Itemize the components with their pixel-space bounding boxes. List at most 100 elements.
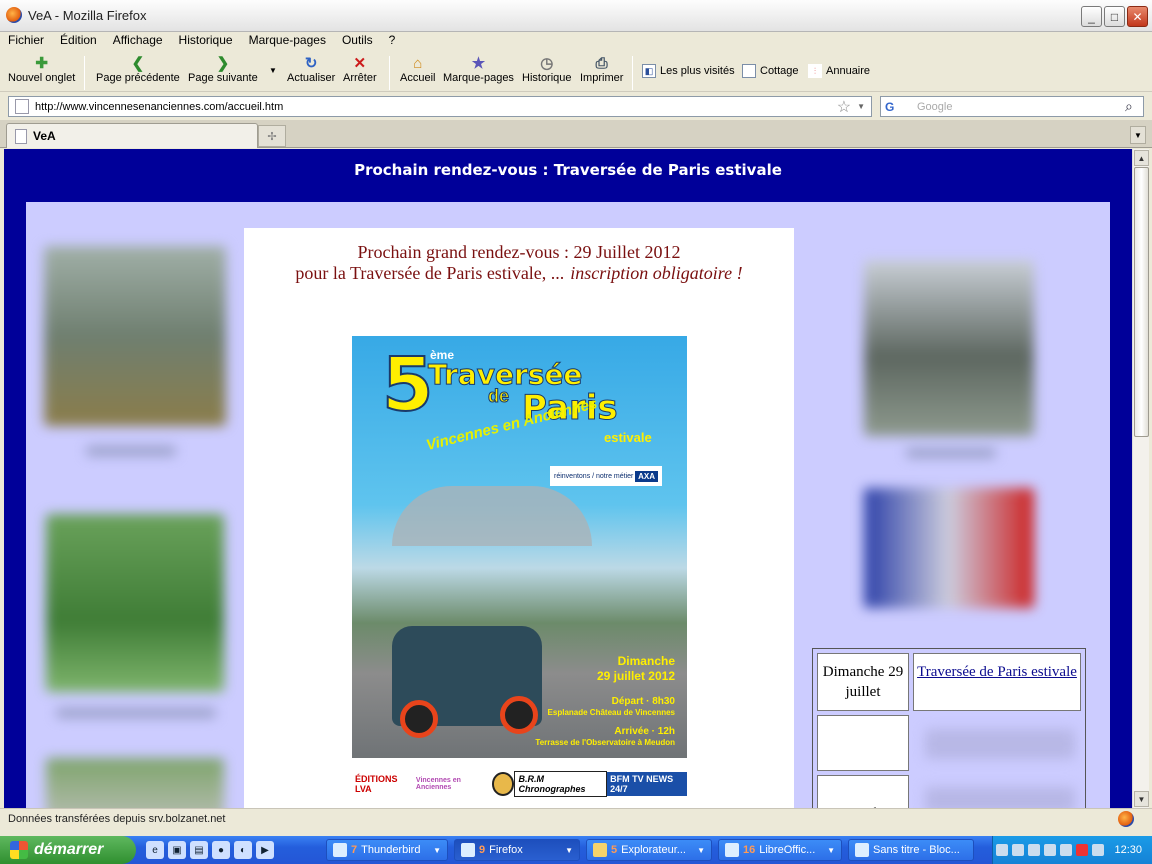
event-poster[interactable]: 5 ème Traversée de Paris estivale Vincen… [352,336,687,758]
ie-icon[interactable]: e [146,841,164,859]
group-dropdown-icon: ▼ [433,845,441,855]
back-button[interactable]: ❮ Page précédente [96,54,180,84]
volume-icon[interactable] [1092,844,1105,856]
lva-logo-icon: ÉDITIONS LVA [355,774,398,794]
menu-affichage[interactable]: Affichage [105,32,171,50]
blurred-photo [44,246,226,426]
url-text[interactable]: http://www.vincennesenanciennes.com/accu… [35,101,837,113]
clock[interactable]: 12:30 [1114,844,1142,856]
google-icon[interactable]: G [885,100,903,114]
task-thunderbird[interactable]: 7 Thunderbird ▼ [326,839,448,861]
history-button[interactable]: ◷ Historique [522,54,572,84]
poster-date-text: 29 juillet 2012 [596,669,675,683]
firefox-icon[interactable]: ● [212,841,230,859]
tab-bar: VeA ✢ ▼ [0,120,1152,148]
scroll-up-icon[interactable]: ▲ [1134,150,1149,166]
forward-history-dropdown-icon[interactable]: ▼ [269,66,277,75]
stop-button[interactable]: ✕ Arrêter [343,54,377,84]
home-icon: ⌂ [413,54,423,72]
poster-estivale: estivale [604,430,652,445]
windows-flag-icon [10,841,28,859]
task-libreoffice[interactable]: 16 LibreOffic... ▼ [718,839,842,861]
reload-label: Actualiser [287,72,336,84]
document-icon [725,843,739,857]
headline-line2: pour la Traversée de Paris estivale, ...… [295,263,743,283]
home-label: Accueil [400,72,436,84]
print-button[interactable]: ⎙ Imprimer [580,54,623,85]
new-tab-button[interactable]: ✚ Nouvel onglet [8,54,75,84]
page-banner: Prochain rendez-vous : Traversée de Pari… [354,161,782,179]
group-dropdown-icon: ▼ [827,845,835,855]
menu-fichier[interactable]: Fichier [0,32,52,50]
search-icon[interactable]: ⌕ [1125,98,1143,115]
blurred-photo [864,260,1034,436]
scroll-down-icon[interactable]: ▼ [1134,791,1149,807]
start-button[interactable]: démarrer [0,836,136,864]
stop-icon: ✕ [353,55,367,72]
url-field[interactable]: http://www.vincennesenanciennes.com/accu… [8,96,872,117]
media-icon[interactable]: ▶ [256,841,274,859]
network-icon[interactable] [1060,844,1073,856]
bookmark-star-icon[interactable]: ☆ [837,97,851,117]
history-label: Historique [522,72,572,84]
status-bar: Données transférées depuis srv.bolzanet.… [0,808,1152,830]
reload-icon: ↻ [304,55,318,72]
bookmarks-button[interactable]: ★ Marque-pages [443,54,514,84]
menu-edition[interactable]: Édition [52,32,105,50]
task-notepad[interactable]: Sans titre - Bloc... [848,839,974,861]
antivirus-icon[interactable] [1076,844,1089,856]
events-table: Dimanche 29 juillet Traversée de Paris e… [812,648,1086,808]
minimize-button[interactable]: _ [1081,6,1102,27]
tray-icon[interactable] [1012,844,1025,856]
grand-palais-shape [392,486,592,546]
poster-date: Dimanche 29 juillet 2012 [597,654,675,684]
bookmark-annuaire[interactable]: ⫶ Annuaire [808,64,870,78]
forward-button[interactable]: ❯ Page suivante [188,54,258,84]
app-icon[interactable]: ◐ [234,841,252,859]
scroll-thumb[interactable] [1134,167,1149,437]
poster-depart-place: Esplanade Château de Vincennes [547,708,675,717]
status-text: Données transférées depuis srv.bolzanet.… [8,813,226,825]
menu-marque-pages[interactable]: Marque-pages [241,32,334,50]
url-dropdown-icon[interactable]: ▼ [857,102,865,111]
tab-vea[interactable]: VeA [6,123,258,148]
explorer-icon[interactable]: ▤ [190,841,208,859]
new-tab-plus-icon[interactable]: ✢ [258,125,286,147]
menu-help[interactable]: ? [381,32,404,50]
tab-list-dropdown-icon[interactable]: ▼ [1130,126,1146,144]
bookmark-cottage[interactable]: Cottage [742,64,799,78]
tray-icon[interactable] [1028,844,1041,856]
firefox-status-icon[interactable] [1118,811,1134,827]
menu-outils[interactable]: Outils [334,32,381,50]
poster-arrivee-place: Terrasse de l'Observatoire à Meudon [535,738,675,747]
blurred-event [925,787,1075,808]
start-label: démarrer [34,841,104,858]
search-placeholder[interactable]: Google [907,101,1125,113]
maximize-button[interactable]: □ [1104,6,1125,27]
vea-logo-icon: Vincennes en Anciennes [415,777,461,791]
blurred-event [925,729,1075,759]
most-visited-icon: ◧ [642,64,656,78]
folder-icon [593,843,607,857]
brm-logo-icon: B.R.M Chronographes [514,771,608,797]
partner-logos: ÉDITIONS LVA Vincennes en Anciennes B.R.… [352,768,687,800]
desktop-icon[interactable]: ▣ [168,841,186,859]
page-icon [15,128,27,144]
search-field[interactable]: G Google ⌕ [880,96,1144,117]
window-title: VeA - Mozilla Firefox [28,8,147,23]
blurred-photo [864,488,1034,608]
bfmtv-logo-icon: BFM TV NEWS 24/7 [607,772,687,796]
event-link[interactable]: Traversée de Paris estivale [913,653,1081,711]
vertical-scrollbar[interactable]: ▲ ▼ [1132,149,1149,808]
menu-historique[interactable]: Historique [171,32,241,50]
tray-icon[interactable] [996,844,1009,856]
reload-button[interactable]: ↻ Actualiser [287,54,335,84]
bookmark-most-visited[interactable]: ◧ Les plus visités [642,64,735,78]
car-wheel-shape [400,700,438,738]
tray-icon[interactable] [1044,844,1057,856]
close-button[interactable]: ✕ [1127,6,1148,27]
firefox-icon [461,843,475,857]
home-button[interactable]: ⌂ Accueil [400,54,436,85]
task-explorer[interactable]: 5 Explorateur... ▼ [586,839,712,861]
task-firefox[interactable]: 9 Firefox ▼ [454,839,580,861]
